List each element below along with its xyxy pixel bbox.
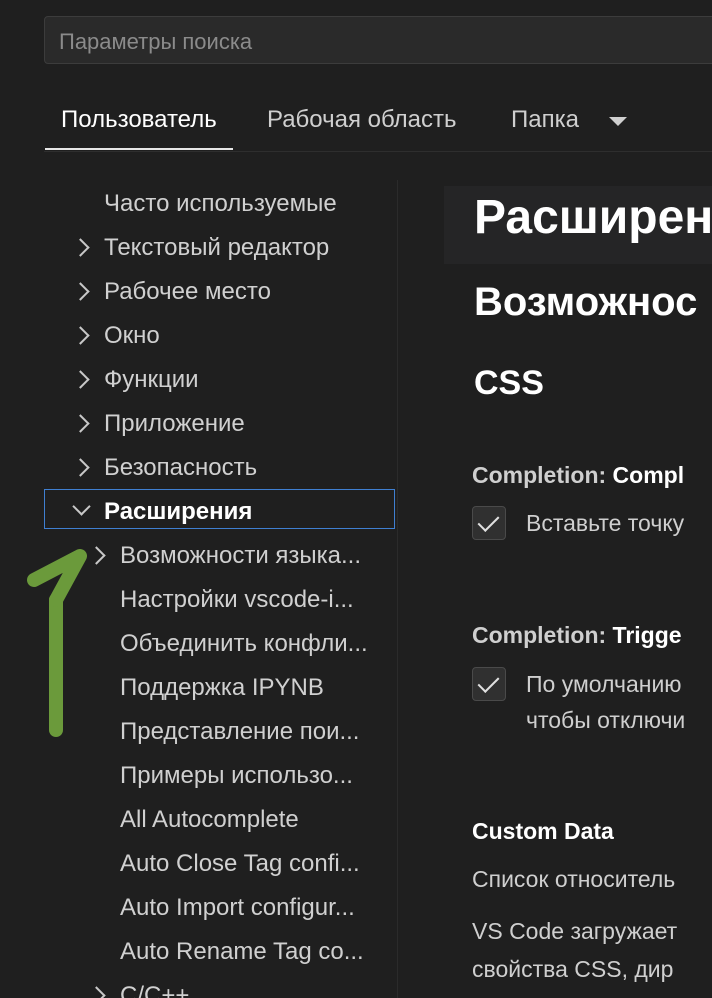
tree-item-extensions[interactable]: Расширения bbox=[104, 490, 252, 534]
search-placeholder: Параметры поиска bbox=[59, 29, 253, 54]
chevron-right-icon[interactable] bbox=[71, 282, 90, 301]
group-title: CSS bbox=[474, 364, 544, 402]
tree-item-search-view[interactable]: Представление пои... bbox=[120, 710, 396, 754]
tree-item-application[interactable]: Приложение bbox=[104, 402, 245, 446]
tree-item-cpp[interactable]: C/C++ bbox=[120, 974, 396, 998]
tree-item-ipynb-support[interactable]: Поддержка IPYNB bbox=[120, 666, 396, 710]
tree-item-usage-examples[interactable]: Примеры использо... bbox=[120, 754, 396, 798]
setting-description: По умолчанию bbox=[526, 671, 682, 697]
settings-tabs: Пользователь Рабочая область Папка bbox=[44, 96, 712, 152]
settings-content: Расширен Возможнос CSS Completion: Compl… bbox=[398, 180, 712, 998]
custom-data-title: Custom Data bbox=[472, 818, 614, 844]
setting-title: Completion: Compl bbox=[472, 462, 684, 489]
chevron-right-icon[interactable] bbox=[87, 986, 106, 998]
tree-item-security[interactable]: Безопасность bbox=[104, 446, 257, 490]
custom-data-description: VS Code загружает bbox=[472, 918, 678, 944]
chevron-right-icon[interactable] bbox=[71, 238, 90, 257]
tree-item-commonly-used[interactable]: Часто используемые bbox=[104, 182, 337, 226]
tab-workspace[interactable]: Рабочая область bbox=[267, 96, 457, 150]
setting-name: Compl bbox=[612, 462, 685, 488]
chevron-right-icon[interactable] bbox=[71, 414, 90, 433]
tree-item-merge-conflict[interactable]: Объединить конфли... bbox=[120, 622, 396, 666]
setting-checkbox[interactable] bbox=[472, 667, 506, 701]
subsection-title: Возможнос bbox=[474, 280, 698, 324]
custom-data-description: свойства CSS, дир bbox=[472, 956, 674, 982]
chevron-right-icon[interactable] bbox=[71, 458, 90, 477]
tree-item-auto-rename-tag[interactable]: Auto Rename Tag co... bbox=[120, 930, 396, 974]
setting-checkbox[interactable] bbox=[472, 506, 506, 540]
setting-description: чтобы отключи bbox=[526, 707, 686, 733]
settings-window: Параметры поиска Пользователь Рабочая об… bbox=[0, 0, 712, 998]
search-input[interactable]: Параметры поиска bbox=[44, 16, 712, 64]
tree-item-window[interactable]: Окно bbox=[104, 314, 160, 358]
tab-user[interactable]: Пользователь bbox=[45, 96, 233, 150]
section-title: Расширен bbox=[474, 191, 712, 244]
setting-description: Вставьте точку bbox=[526, 510, 685, 536]
tree-item-workbench[interactable]: Рабочее место bbox=[104, 270, 271, 314]
custom-data-description: Список относитель bbox=[472, 866, 676, 892]
setting-category: Completion: bbox=[472, 622, 613, 648]
folder-dropdown-icon[interactable] bbox=[609, 117, 627, 126]
annotation-arrow-icon bbox=[27, 549, 87, 737]
setting-title: Completion: Trigge bbox=[472, 622, 682, 649]
tree-item-language-features[interactable]: Возможности языка... bbox=[120, 534, 396, 578]
tree-item-all-autocomplete[interactable]: All Autocomplete bbox=[120, 798, 396, 842]
tree-item-vscode-settings[interactable]: Настройки vscode-i... bbox=[120, 578, 396, 622]
tree-item-auto-import[interactable]: Auto Import configur... bbox=[120, 886, 396, 930]
tree-item-features[interactable]: Функции bbox=[104, 358, 199, 402]
tree-item-auto-close-tag[interactable]: Auto Close Tag confi... bbox=[120, 842, 396, 886]
chevron-right-icon[interactable] bbox=[71, 370, 90, 389]
tabs-divider bbox=[44, 151, 712, 152]
tree-item-text-editor[interactable]: Текстовый редактор bbox=[104, 226, 329, 270]
tab-folder[interactable]: Папка bbox=[511, 96, 579, 150]
setting-category: Completion: bbox=[472, 462, 613, 488]
setting-name: Trigge bbox=[612, 622, 682, 648]
chevron-right-icon[interactable] bbox=[71, 326, 90, 345]
